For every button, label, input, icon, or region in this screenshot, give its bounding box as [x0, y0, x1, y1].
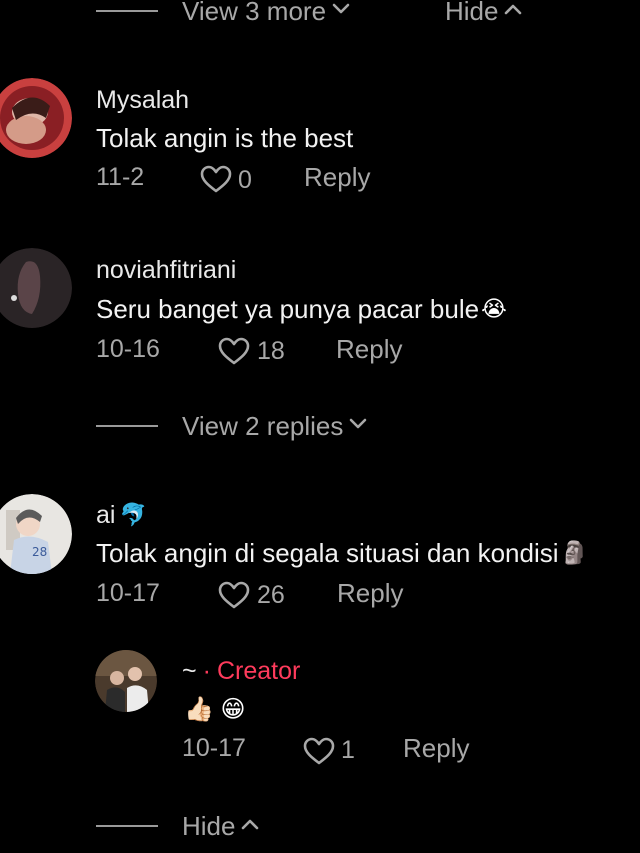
like-button[interactable] — [218, 581, 250, 609]
creator-badge: Creator — [216, 657, 301, 685]
like-count: 0 — [238, 166, 252, 194]
like-button[interactable] — [218, 337, 250, 365]
view-replies-label: View 2 replies — [182, 411, 344, 441]
crying-emoji-icon: 😭 — [481, 296, 507, 321]
comment-date: 10-16 — [96, 335, 160, 363]
comment-username[interactable]: Mysalah — [96, 85, 189, 115]
view-more-button[interactable]: View 3 more — [182, 0, 350, 26]
reply-button[interactable]: Reply — [337, 578, 403, 608]
chevron-down-icon — [349, 417, 367, 435]
heart-icon — [218, 337, 250, 365]
heart-icon — [200, 165, 232, 193]
comment-text: Tolak angin is the best — [96, 123, 354, 153]
comment-date: 11-2 — [96, 163, 145, 191]
comment-text-row: Tolak angin di segala situasi dan kondis… — [96, 538, 588, 568]
like-button[interactable] — [200, 165, 232, 193]
username-row: ai 🐬 — [96, 500, 147, 530]
hide-button-top[interactable]: Hide — [445, 0, 522, 26]
moai-icon: 🗿 — [560, 540, 588, 565]
avatar[interactable]: 28 — [0, 494, 72, 574]
avatar[interactable] — [0, 78, 72, 158]
comment-username[interactable]: ai — [96, 500, 115, 530]
reply-button[interactable]: Reply — [336, 334, 402, 364]
heart-icon — [303, 737, 335, 765]
divider-line — [96, 10, 158, 12]
reply-username[interactable]: ~ — [182, 656, 197, 686]
comment-text-row: Seru banget ya punya pacar bule 😭 — [96, 294, 507, 324]
hide-button-bottom[interactable]: Hide — [182, 811, 259, 841]
divider-line — [96, 825, 158, 827]
reply-date: 10-17 — [182, 734, 246, 762]
chevron-down-icon — [332, 2, 350, 20]
like-count: 1 — [341, 736, 355, 764]
comment-text: Tolak angin di segala situasi dan kondis… — [96, 538, 559, 568]
avatar[interactable] — [0, 248, 72, 328]
reply-button[interactable]: Reply — [304, 162, 370, 192]
comment-username[interactable]: noviahfitriani — [96, 255, 236, 285]
reply-emoji-text: 👍🏻 😁 — [184, 696, 246, 723]
hide-label: Hide — [445, 0, 499, 26]
comment-date: 10-17 — [96, 579, 160, 607]
chevron-up-icon — [241, 817, 259, 835]
dolphin-icon: 🐬 — [119, 502, 147, 527]
separator-dot: · — [202, 657, 211, 685]
chevron-up-icon — [504, 2, 522, 20]
avatar[interactable] — [95, 650, 157, 712]
reply-button[interactable]: Reply — [403, 733, 469, 763]
heart-icon — [218, 581, 250, 609]
divider-line — [96, 425, 158, 427]
creator-name-row: ~ · Creator — [182, 656, 300, 686]
like-count: 18 — [257, 337, 285, 365]
view-replies-button[interactable]: View 2 replies — [182, 411, 367, 441]
like-button[interactable] — [303, 737, 335, 765]
view-more-label: View 3 more — [182, 0, 327, 26]
like-count: 26 — [257, 581, 285, 609]
hide-label: Hide — [182, 811, 236, 841]
svg-text:28: 28 — [32, 545, 47, 559]
comment-text: Seru banget ya punya pacar bule — [96, 294, 480, 324]
